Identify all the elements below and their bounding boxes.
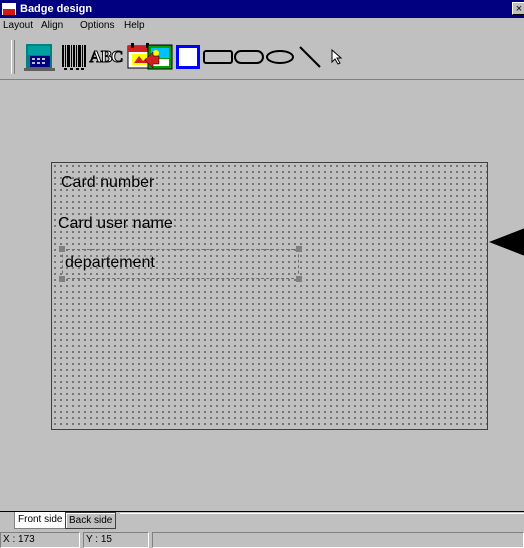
status-message-area <box>152 532 524 548</box>
tab-front-side[interactable]: Front side <box>14 512 67 529</box>
tab-divider <box>120 513 524 514</box>
ellipse-tool-button[interactable] <box>265 40 295 74</box>
resize-handle-top-left[interactable] <box>59 246 65 252</box>
badge-card[interactable]: Card number Card user name departement <box>51 162 488 430</box>
design-canvas-area[interactable]: Card number Card user name departement <box>0 81 524 511</box>
pointer-icon <box>331 48 343 65</box>
toolbar: ABC <box>0 34 524 80</box>
rounded-rectangle-icon <box>203 50 233 64</box>
menu-bar: Layout Align Options Help <box>0 18 524 34</box>
pointer-tool-button[interactable] <box>326 40 348 74</box>
ellipse-icon <box>266 50 294 64</box>
title-bar: Badge design × <box>0 0 524 18</box>
pointer-arrow-marker <box>489 228 524 256</box>
barcode-icon <box>62 45 86 70</box>
rectangle-tool-button[interactable] <box>176 40 200 74</box>
barcode-tool-button[interactable] <box>60 40 90 74</box>
line-icon <box>299 46 321 68</box>
menu-help[interactable]: Help <box>124 19 145 33</box>
line-tool-button[interactable] <box>296 40 324 74</box>
resize-handle-top-right[interactable] <box>296 246 302 252</box>
side-tabs: Front side Back side <box>0 511 524 529</box>
toolbar-grip[interactable] <box>11 40 15 74</box>
rounded-box-icon <box>234 50 264 64</box>
menu-options[interactable]: Options <box>80 19 114 33</box>
rounded-box-tool-button[interactable] <box>234 40 264 74</box>
menu-align[interactable]: Align <box>41 19 63 33</box>
selected-field-frame[interactable]: departement <box>59 246 302 282</box>
menu-layout[interactable]: Layout <box>3 19 33 33</box>
card-reader-icon <box>24 44 55 71</box>
window-title: Badge design <box>20 3 93 15</box>
app-icon <box>2 3 16 15</box>
status-y-coordinate: Y : 15 <box>83 532 149 548</box>
text-tool-icon: ABC <box>89 47 124 67</box>
resize-handle-bottom-left[interactable] <box>59 276 65 282</box>
photo-tool-button[interactable] <box>142 40 176 74</box>
rectangle-icon <box>176 45 200 69</box>
text-tool-button[interactable]: ABC <box>89 40 124 74</box>
card-reader-tool-button[interactable] <box>22 40 58 74</box>
departement-field[interactable]: departement <box>65 253 155 273</box>
card-number-field[interactable]: Card number <box>61 173 154 193</box>
status-x-coordinate: X : 173 <box>0 532 80 548</box>
photo-icon <box>144 44 173 70</box>
resize-handle-bottom-right[interactable] <box>296 276 302 282</box>
close-button[interactable]: × <box>512 2 524 15</box>
card-user-name-field[interactable]: Card user name <box>58 214 173 234</box>
tab-back-side[interactable]: Back side <box>65 512 117 529</box>
status-bar: X : 173 Y : 15 <box>0 530 524 548</box>
rounded-rectangle-tool-button[interactable] <box>203 40 233 74</box>
